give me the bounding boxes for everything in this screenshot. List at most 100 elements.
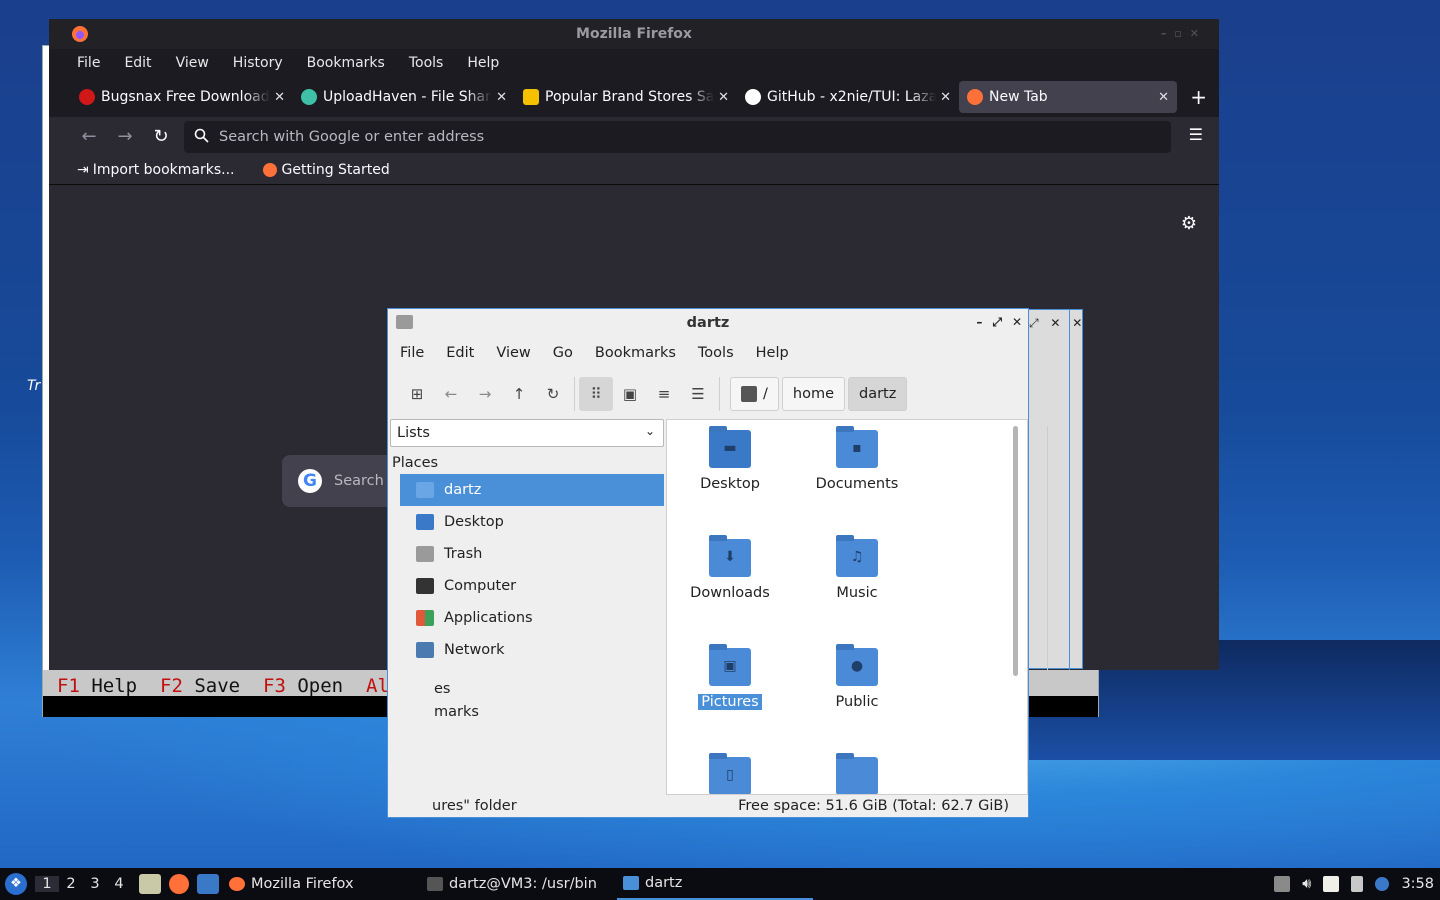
thumbnail-view-icon[interactable]: ▣ (613, 377, 647, 411)
fm-menu-tools[interactable]: Tools (698, 345, 734, 361)
firefox-logo-icon (71, 25, 89, 47)
artifact-border (1069, 310, 1070, 670)
tray-eject-icon[interactable] (1274, 876, 1291, 892)
breadcrumb-home[interactable]: home (781, 377, 845, 411)
up-arrow-icon[interactable]: ↑ (502, 377, 536, 411)
fm-menu-help[interactable]: Help (756, 345, 789, 361)
folder-pictures[interactable]: ▣ Pictures (670, 644, 790, 710)
fm-menu-edit[interactable]: Edit (446, 345, 474, 361)
close-tab-icon[interactable]: ✕ (940, 90, 951, 105)
forward-arrow-icon[interactable]: → (107, 126, 143, 147)
menu-history[interactable]: History (233, 55, 283, 71)
fm-menu-go[interactable]: Go (553, 345, 573, 361)
icon-view-icon[interactable]: ⠿ (579, 377, 613, 411)
folder-music[interactable]: ♫ Music (797, 535, 917, 601)
reload-icon[interactable]: ↻ (143, 126, 179, 147)
menu-tools[interactable]: Tools (409, 55, 444, 71)
close-tab-icon[interactable]: ✕ (1158, 90, 1169, 105)
tray-device-icon[interactable] (1351, 876, 1364, 892)
tab-brand-stores[interactable]: Popular Brand Stores Sale ✕ (515, 81, 737, 113)
firefox-menubar: File Edit View History Bookmarks Tools H… (49, 49, 1219, 77)
show-desktop-icon[interactable] (197, 874, 219, 894)
folder-downloads[interactable]: ⬇ Downloads (670, 535, 790, 601)
getting-started-link[interactable]: Getting Started (262, 162, 404, 178)
firefox-window-controls[interactable]: –▫✕ (1161, 27, 1207, 40)
place-trash[interactable]: Trash (400, 538, 664, 570)
menu-file[interactable]: File (77, 55, 100, 71)
applications-icon (416, 610, 434, 626)
fm-menu-view[interactable]: View (496, 345, 530, 361)
workspace-3[interactable]: 3 (83, 876, 107, 892)
menu-edit[interactable]: Edit (124, 55, 151, 71)
file-manager-launcher-icon[interactable] (139, 874, 161, 894)
file-manager-titlebar[interactable]: dartz – ⤢ ✕ (388, 309, 1028, 337)
url-bar[interactable]: Search with Google or enter address (184, 121, 1171, 153)
new-tab-icon[interactable]: ⊞ (400, 377, 434, 411)
start-menu-icon[interactable]: ❖ (5, 873, 27, 895)
menu-help[interactable]: Help (467, 55, 499, 71)
task-file-manager[interactable]: dartz (617, 868, 813, 900)
desktop-icon (416, 514, 434, 530)
forward-arrow-icon[interactable]: → (468, 377, 502, 411)
back-arrow-icon[interactable]: ← (71, 126, 107, 147)
close-icon[interactable]: ✕ (1012, 315, 1022, 330)
github-favicon-icon (745, 89, 761, 105)
import-bookmarks-link[interactable]: ⇥ Import bookmarks... (77, 162, 249, 178)
close-tab-icon[interactable]: ✕ (496, 90, 507, 105)
folder-view[interactable]: ▬ Desktop ▪ Documents ⬇ Downloads ♫ Music ▣ P… (666, 419, 1028, 795)
place-computer[interactable]: Computer (400, 570, 664, 602)
close-tab-icon[interactable]: ✕ (718, 90, 729, 105)
side-pane-mode-select[interactable]: Lists ⌄ (390, 419, 664, 447)
breadcrumb-root[interactable]: / (730, 377, 779, 411)
menu-bookmarks[interactable]: Bookmarks (307, 55, 385, 71)
new-tab-plus-icon[interactable]: + (1190, 85, 1207, 109)
fm-menu-file[interactable]: File (400, 345, 424, 361)
hamburger-menu-icon[interactable]: ☰ (1189, 125, 1203, 144)
place-network[interactable]: Network (400, 634, 664, 666)
settings-gear-icon[interactable]: ⚙ (1181, 213, 1197, 234)
tab-new-tab[interactable]: New Tab ✕ (959, 81, 1177, 113)
file-manager-window[interactable]: dartz – ⤢ ✕ File Edit View Go Bookmarks … (387, 308, 1029, 818)
workspace-4[interactable]: 4 (107, 876, 131, 892)
maximize-icon[interactable]: ⤢ (992, 315, 1002, 330)
fm-menu-bookmarks[interactable]: Bookmarks (595, 345, 676, 361)
templates-folder-icon: ▯ (709, 753, 751, 794)
back-arrow-icon[interactable]: ← (434, 377, 468, 411)
status-selection-text: ures" folder (432, 798, 517, 814)
folder-icon (836, 753, 878, 794)
place-desktop[interactable]: Desktop (400, 506, 664, 538)
firefox-titlebar[interactable]: Mozilla Firefox –▫✕ (49, 19, 1219, 49)
clock[interactable]: 3:58 (1401, 876, 1434, 892)
folder-videos[interactable] (797, 753, 917, 794)
notification-icon[interactable] (1375, 877, 1390, 891)
task-terminal[interactable]: dartz@VM3: /usr/bin (421, 868, 617, 900)
compact-view-icon[interactable]: ≡ (647, 377, 681, 411)
clipboard-icon[interactable] (1323, 876, 1340, 892)
folder-desktop[interactable]: ▬ Desktop (670, 426, 790, 492)
file-manager-title: dartz (686, 315, 730, 331)
place-dartz[interactable]: dartz (400, 474, 664, 506)
detailed-list-view-icon[interactable]: ☰ (681, 377, 715, 411)
folder-templates[interactable]: ▯ (670, 753, 790, 794)
folder-public[interactable]: ● Public (797, 644, 917, 710)
breadcrumb: / home dartz (730, 377, 908, 411)
workspace-1[interactable]: 1 (35, 876, 59, 892)
menu-view[interactable]: View (176, 55, 209, 71)
tab-bugsnax[interactable]: Bugsnax Free Download ✕ (71, 81, 293, 113)
firefox-task-icon (229, 877, 245, 891)
place-applications[interactable]: Applications (400, 602, 664, 634)
breadcrumb-dartz[interactable]: dartz (848, 377, 908, 411)
workspace-2[interactable]: 2 (59, 876, 83, 892)
folder-view-scrollbar[interactable] (1013, 426, 1018, 676)
volume-icon[interactable]: 🔊︎ (1302, 876, 1311, 892)
firefox-tab-strip: Bugsnax Free Download ✕ UploadHaven - Fi… (49, 77, 1219, 117)
drive-icon (741, 386, 757, 402)
reload-icon[interactable]: ↻ (536, 377, 570, 411)
task-firefox[interactable]: Mozilla Firefox (223, 868, 421, 900)
folder-documents[interactable]: ▪ Documents (797, 426, 917, 492)
tab-uploadhaven[interactable]: UploadHaven - File Sharing ✕ (293, 81, 515, 113)
minimize-icon[interactable]: – (976, 315, 982, 330)
close-tab-icon[interactable]: ✕ (274, 90, 285, 105)
firefox-launcher-icon[interactable] (169, 874, 189, 894)
tab-github[interactable]: GitHub - x2nie/TUI: Lazarus ✕ (737, 81, 959, 113)
